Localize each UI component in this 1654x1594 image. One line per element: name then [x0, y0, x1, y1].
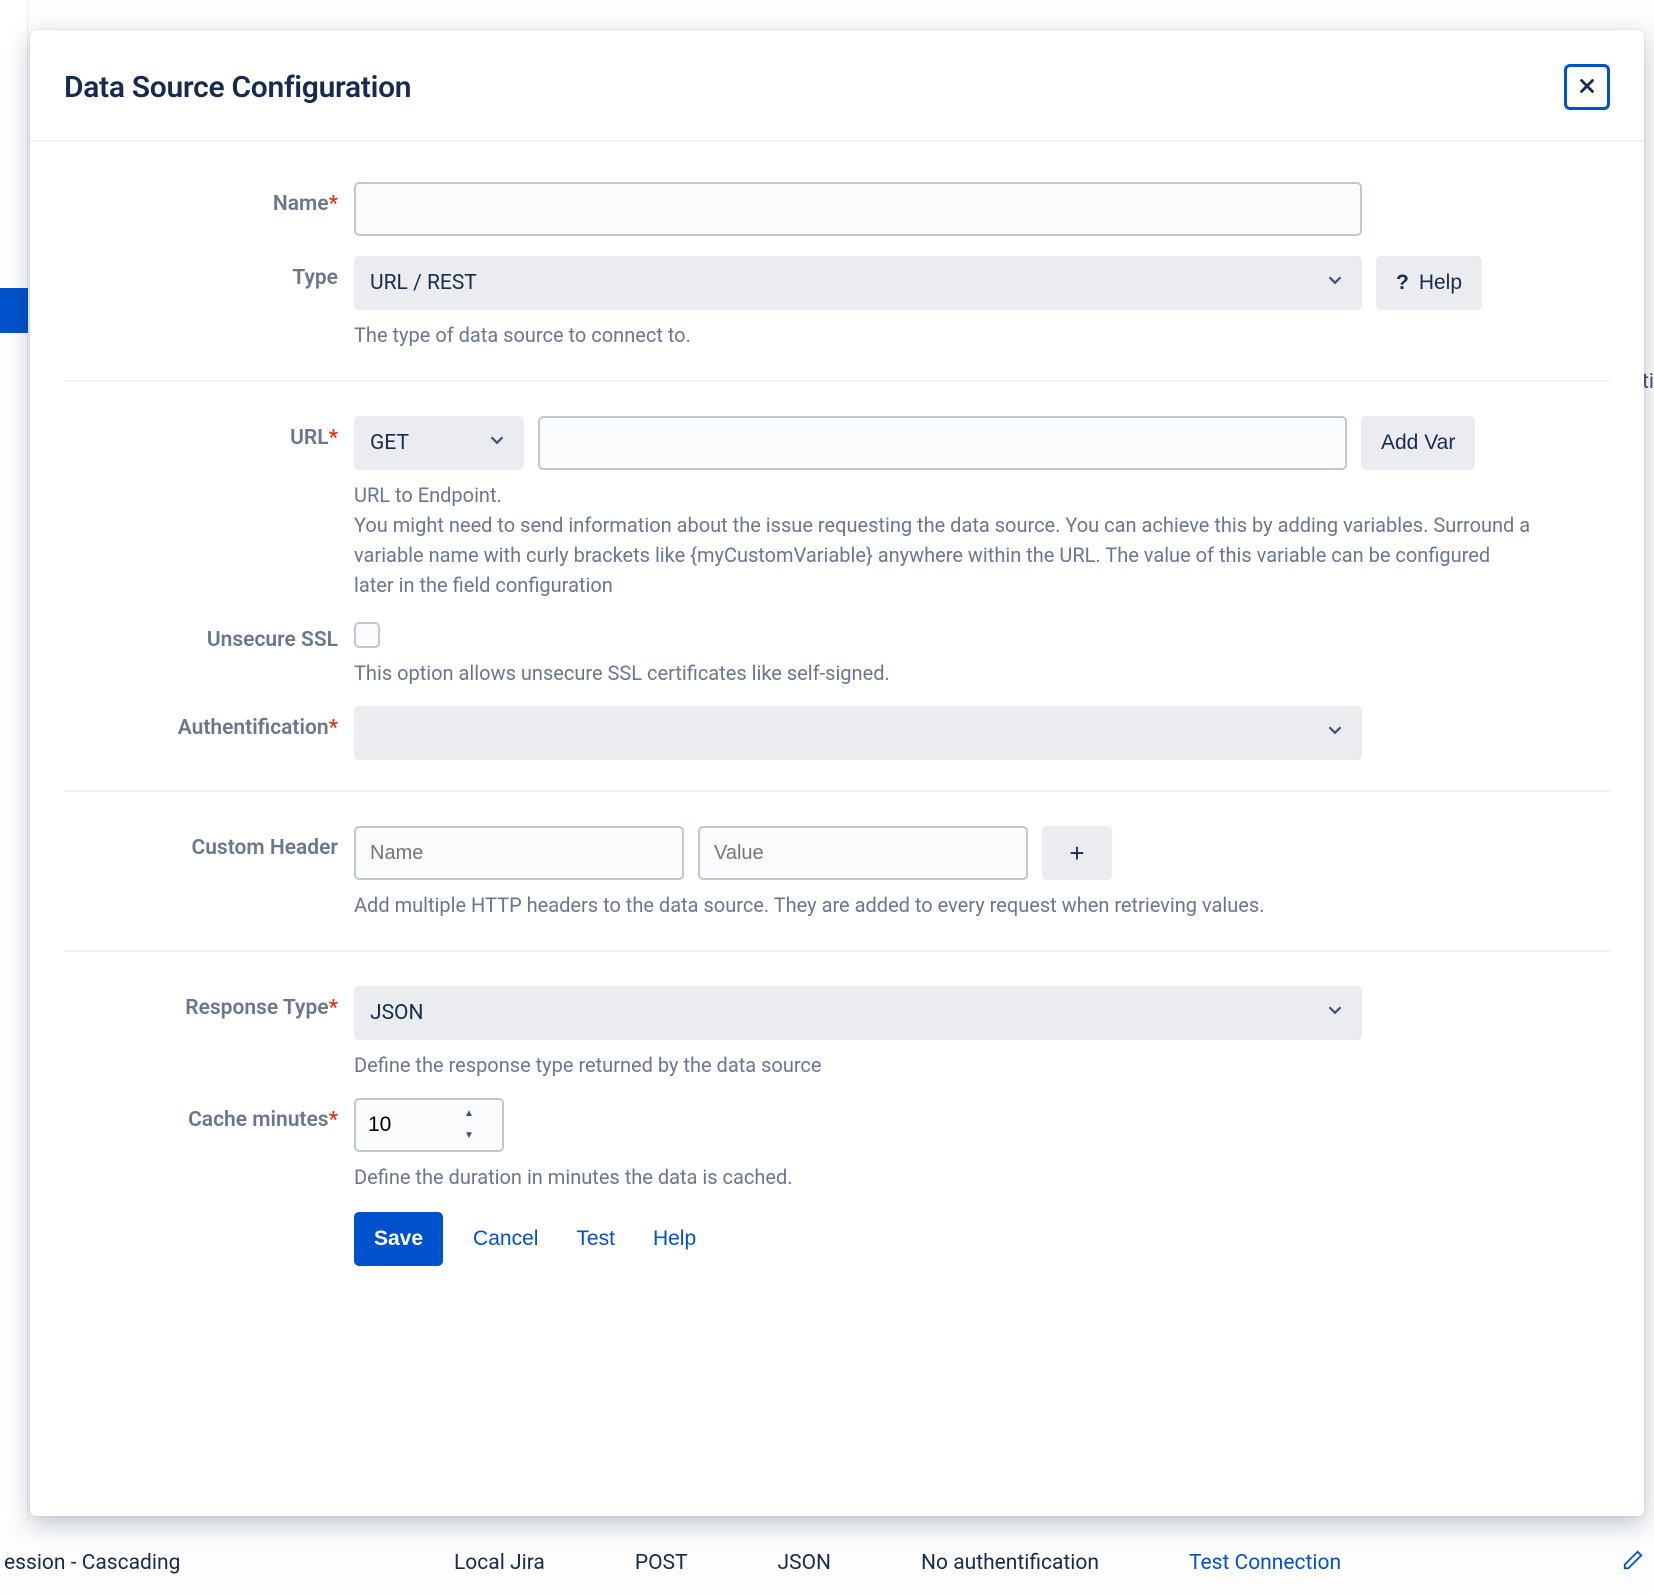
bg-row-format: JSON [778, 1551, 831, 1575]
label-url: URL* [64, 416, 354, 450]
help-button[interactable]: Help [645, 1212, 704, 1266]
form-row-auth: Authentification* [64, 706, 1610, 760]
cancel-button-label: Cancel [473, 1227, 538, 1251]
response-type-value: JSON [370, 1001, 423, 1025]
bg-row-source: Local Jira [454, 1551, 545, 1575]
chevron-down-icon [1324, 269, 1346, 297]
label-type: Type [64, 256, 354, 290]
custom-header-name-input[interactable] [354, 826, 684, 880]
label-cache-minutes-text: Cache minutes [188, 1108, 329, 1132]
form-row-url: URL* GET Add Var URL to Endpoint. You mi [64, 416, 1610, 600]
cache-minutes-input-wrap: ▲ ▼ [354, 1098, 504, 1152]
required-star: * [329, 1108, 338, 1132]
modal-title: Data Source Configuration [64, 70, 411, 105]
type-help-button-label: Help [1419, 271, 1462, 295]
footer-actions: Save Cancel Test Help [354, 1212, 1586, 1266]
test-button-label: Test [576, 1227, 615, 1251]
type-help-text: The type of data source to connect to. [354, 320, 1586, 350]
form-row-type: Type URL / REST ? Help The type of data [64, 256, 1610, 350]
type-select[interactable]: URL / REST [354, 256, 1362, 310]
modal-header: Data Source Configuration [30, 30, 1644, 142]
form-row-unsecure-ssl: Unsecure SSL This option allows unsecure… [64, 618, 1610, 688]
http-method-value: GET [370, 431, 409, 455]
label-name-text: Name [273, 192, 329, 216]
divider-2 [64, 790, 1610, 792]
save-button-label: Save [374, 1227, 423, 1251]
plus-icon: + [1069, 838, 1084, 869]
response-type-help-text: Define the response type returned by the… [354, 1050, 1586, 1080]
add-var-button-label: Add Var [1381, 431, 1455, 455]
bg-row-name: ession - Cascading [4, 1551, 364, 1575]
bg-row-auth: No authentification [921, 1551, 1099, 1575]
authentification-select[interactable] [354, 706, 1362, 760]
label-custom-header-text: Custom Header [191, 836, 338, 860]
cache-minutes-input[interactable] [356, 1100, 456, 1150]
required-star: * [329, 426, 338, 450]
label-response-type-text: Response Type [185, 996, 328, 1020]
response-type-select[interactable]: JSON [354, 986, 1362, 1040]
name-input[interactable] [354, 182, 1362, 236]
divider-1 [64, 380, 1610, 382]
background-sidebar-strip [0, 0, 28, 1520]
required-star: * [329, 996, 338, 1020]
help-button-label: Help [653, 1227, 696, 1251]
divider-3 [64, 950, 1610, 952]
custom-header-help-text: Add multiple HTTP headers to the data so… [354, 890, 1586, 920]
chevron-down-icon [1324, 719, 1346, 747]
close-button[interactable] [1564, 64, 1610, 110]
form-row-name: Name* [64, 182, 1610, 236]
form-row-cache-minutes: Cache minutes* ▲ ▼ Define the duration i… [64, 1098, 1610, 1266]
test-button[interactable]: Test [568, 1212, 623, 1266]
http-method-select[interactable]: GET [354, 416, 524, 470]
label-authentification: Authentification* [64, 706, 354, 740]
data-source-config-modal: Data Source Configuration Name* Type [30, 30, 1644, 1516]
background-table-row: ession - Cascading Local Jira POST JSON … [0, 1532, 1654, 1594]
label-response-type: Response Type* [64, 986, 354, 1020]
bg-row-method: POST [635, 1551, 688, 1575]
unsecure-ssl-help-text: This option allows unsecure SSL certific… [354, 658, 1586, 688]
add-header-button[interactable]: + [1042, 826, 1112, 880]
required-star: * [329, 716, 338, 740]
number-stepper: ▲ ▼ [456, 1103, 482, 1147]
required-star: * [329, 192, 338, 216]
label-auth-text: Authentification [178, 716, 329, 740]
label-url-text: URL [290, 426, 328, 450]
form-row-custom-header: Custom Header + Add multiple HTTP header… [64, 826, 1610, 920]
label-name: Name* [64, 182, 354, 216]
url-input[interactable] [538, 416, 1347, 470]
cache-minutes-help-text: Define the duration in minutes the data … [354, 1162, 1586, 1192]
chevron-down-icon [486, 429, 508, 457]
label-unsecure-ssl: Unsecure SSL [64, 618, 354, 652]
bg-row-test-connection-link[interactable]: Test Connection [1189, 1551, 1341, 1575]
form-row-response-type: Response Type* JSON Define the response … [64, 986, 1610, 1080]
cancel-button[interactable]: Cancel [465, 1212, 546, 1266]
modal-body: Name* Type URL / REST [30, 142, 1644, 1516]
type-select-value: URL / REST [370, 271, 477, 295]
chevron-down-icon [1324, 999, 1346, 1027]
url-help-text: URL to Endpoint. You might need to send … [354, 480, 1534, 600]
label-type-text: Type [292, 266, 338, 290]
close-icon [1576, 75, 1598, 100]
help-icon: ? [1396, 271, 1409, 295]
unsecure-ssl-checkbox[interactable] [354, 622, 380, 648]
edit-icon[interactable] [1622, 1549, 1644, 1577]
type-help-button[interactable]: ? Help [1376, 256, 1482, 310]
label-custom-header: Custom Header [64, 826, 354, 860]
label-unsecure-ssl-text: Unsecure SSL [207, 628, 338, 652]
custom-header-value-input[interactable] [698, 826, 1028, 880]
label-cache-minutes: Cache minutes* [64, 1098, 354, 1132]
background-sidebar-active [0, 288, 28, 333]
stepper-up-button[interactable]: ▲ [456, 1103, 482, 1125]
save-button[interactable]: Save [354, 1212, 443, 1266]
stepper-down-button[interactable]: ▼ [456, 1125, 482, 1147]
add-var-button[interactable]: Add Var [1361, 416, 1475, 470]
